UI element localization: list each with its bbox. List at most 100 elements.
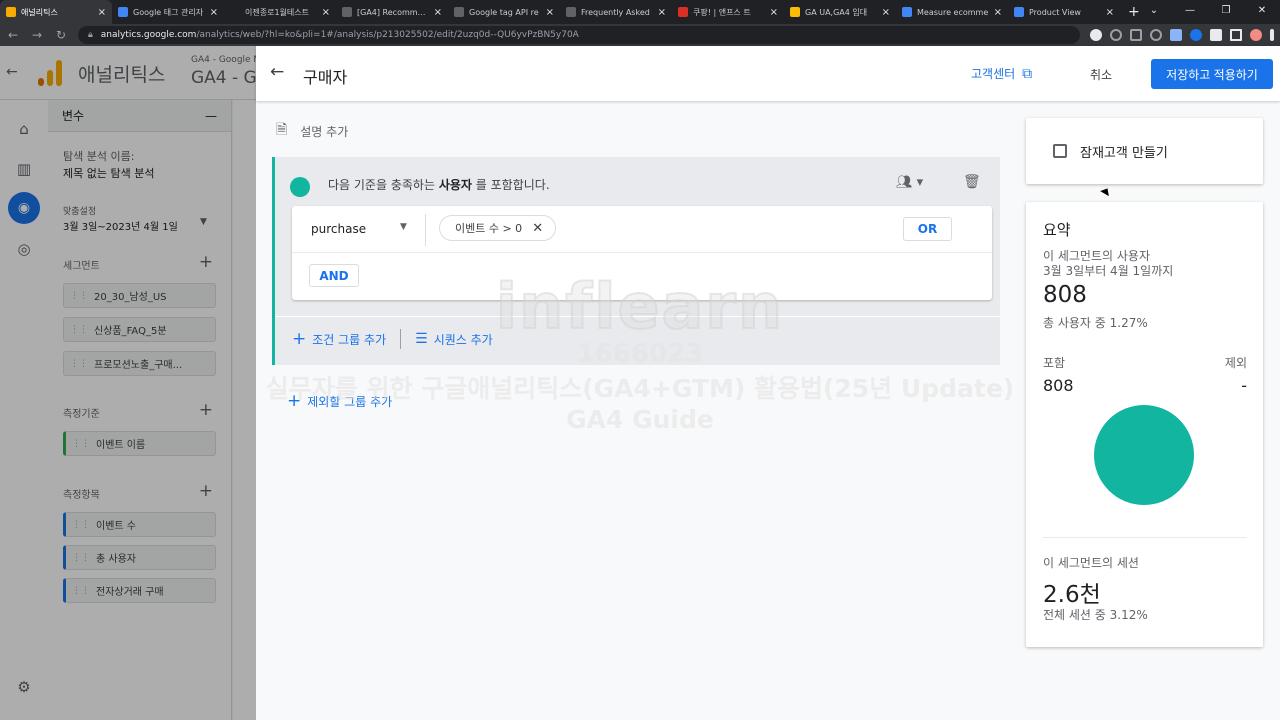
or-button[interactable]: OR	[903, 217, 952, 241]
cancel-button[interactable]: 취소	[1090, 66, 1112, 83]
extension-icon[interactable]	[1190, 29, 1202, 41]
puzzle-icon[interactable]	[1210, 29, 1222, 41]
browser-tab[interactable]: Frequently Asked ×	[560, 0, 672, 24]
editor-header: ← 구매자 고객센터 ⧉ 취소 저장하고 적용하기	[256, 46, 1280, 101]
browser-tab[interactable]: [GA4] Recommend ×	[336, 0, 448, 24]
tab-favicon-icon	[902, 7, 912, 17]
address-bar: ← → ↻ 🔒︎ analytics.google.com/analytics/…	[0, 24, 1280, 46]
add-description[interactable]: 🗎︎ 설명 추가	[276, 119, 348, 143]
segment-sessions-pct: 전체 세션 중 3.12%	[1043, 608, 1148, 622]
tab-close-icon[interactable]: ×	[770, 7, 778, 18]
exclude-label: 제외	[1224, 356, 1247, 370]
add-condition-group-button[interactable]: + 조건 그룹 추가	[292, 329, 386, 349]
tab-close-icon[interactable]: ×	[434, 7, 442, 18]
tab-close-icon[interactable]: ×	[882, 7, 890, 18]
browser-tab[interactable]: Google 태그 관리자 ×	[112, 0, 224, 24]
tab-title: Google 태그 관리자	[133, 7, 204, 17]
tab-favicon-icon	[566, 7, 576, 17]
event-selector[interactable]: purchase	[311, 222, 366, 236]
close-icon[interactable]: ✕	[532, 221, 543, 236]
add-exclude-group-button[interactable]: + 제외할 그룹 추가	[287, 391, 392, 411]
browser-tab[interactable]: 쿠팡! | 앤프스 트 ×	[672, 0, 784, 24]
user-scope-icon[interactable]: 👥︎ ▾	[896, 175, 923, 190]
browser-tab[interactable]: Google tag API re ×	[448, 0, 560, 24]
save-and-apply-button[interactable]: 저장하고 적용하기	[1151, 59, 1273, 89]
help-center-link[interactable]: 고객센터 ⧉	[971, 65, 1032, 82]
tab-close-icon[interactable]: ×	[322, 7, 330, 18]
audience-card: 잠재고객 만들기	[1026, 118, 1263, 184]
include-value: 808	[1043, 376, 1074, 395]
tab-title: [GA4] Recommend	[357, 7, 429, 17]
tab-favicon-icon	[678, 7, 688, 17]
and-button[interactable]: AND	[309, 264, 359, 287]
segment-pie-chart	[1094, 405, 1194, 505]
include-sentence: 다음 기준을 충족하는 사용자 를 포함합니다.	[328, 178, 550, 192]
include-condition-group: 다음 기준을 충족하는 사용자 를 포함합니다. 👥︎ ▾ 🗑︎ purchas…	[272, 157, 1000, 365]
zoom-icon[interactable]	[1110, 29, 1122, 41]
browser-tab[interactable]: GA UA,GA4 임대 ×	[784, 0, 896, 24]
forward-icon[interactable]: →	[30, 28, 44, 42]
tab-close-icon[interactable]: ×	[546, 7, 554, 18]
segment-title[interactable]: 구매자	[303, 64, 347, 88]
url-path: /analytics/web/?hl=ko&pli=1#/analysis/p2…	[196, 30, 579, 40]
tab-title: 애널리틱스	[21, 7, 58, 17]
profile-avatar[interactable]	[1250, 29, 1262, 41]
extension-icon[interactable]	[1170, 29, 1182, 41]
extension-toolbar	[1090, 29, 1274, 41]
add-sequence-button[interactable]: ☰ 시퀀스 추가	[415, 331, 493, 348]
delete-icon[interactable]: 🗑︎	[963, 174, 981, 190]
group-actions: + 조건 그룹 추가 ☰ 시퀀스 추가	[292, 329, 493, 349]
open-in-new-icon: ⧉	[1022, 65, 1033, 82]
menu-icon[interactable]	[1270, 29, 1274, 41]
parameter-filter-chip[interactable]: 이벤트 수 > 0 ✕	[439, 215, 557, 241]
summary-title: 요약	[1043, 221, 1071, 239]
minimize-icon[interactable]: —	[1172, 0, 1208, 24]
browser-tab[interactable]: Product View ×	[1008, 0, 1120, 24]
description-icon: 🗎︎	[276, 122, 288, 138]
google-icon[interactable]	[1090, 29, 1102, 41]
tab-title: Google tag API re	[469, 7, 539, 17]
tab-close-icon[interactable]: ×	[210, 7, 218, 18]
back-arrow-icon[interactable]: ←	[270, 62, 284, 82]
exclude-value: -	[1241, 376, 1247, 395]
tab-favicon-icon	[454, 7, 464, 17]
share-icon[interactable]	[1130, 29, 1142, 41]
include-label: 포함	[1043, 356, 1066, 370]
restore-icon[interactable]: ❐	[1208, 0, 1244, 24]
url-host: analytics.google.com	[100, 30, 197, 40]
browser-tab[interactable]: 애널리틱스 ×	[0, 0, 112, 24]
tab-close-icon[interactable]: ×	[1106, 7, 1114, 18]
condition-card: purchase ▼ 이벤트 수 > 0 ✕ OR AND	[292, 206, 992, 300]
tab-title: 이젠종로1월테스트	[245, 7, 309, 17]
tab-close-icon[interactable]: ×	[98, 7, 106, 18]
include-indicator-dot	[290, 177, 310, 197]
chevron-down-icon[interactable]: ▼	[400, 222, 407, 232]
sidepanel-icon[interactable]	[1230, 29, 1242, 41]
reload-icon[interactable]: ↻	[54, 28, 68, 42]
url-field[interactable]: 🔒︎ analytics.google.com/analytics/web/?h…	[78, 26, 1080, 44]
audience-checkbox-label[interactable]: 잠재고객 만들기	[1080, 142, 1168, 161]
tab-favicon-icon	[6, 7, 16, 17]
close-window-icon[interactable]: ✕	[1244, 0, 1280, 24]
audience-checkbox[interactable]	[1053, 144, 1067, 158]
pie-slice-included	[1094, 405, 1194, 505]
plus-icon: +	[287, 391, 302, 411]
tab-favicon-icon	[1014, 7, 1024, 17]
tab-title: Measure ecomme	[917, 7, 989, 17]
back-icon[interactable]: ←	[6, 28, 20, 42]
segment-sessions-label: 이 세그먼트의 세션	[1043, 556, 1139, 570]
sequence-icon: ☰	[415, 331, 428, 347]
tab-title: GA UA,GA4 임대	[805, 7, 868, 17]
tab-close-icon[interactable]: ×	[658, 7, 666, 18]
tab-title: Frequently Asked	[581, 7, 650, 17]
tab-search-icon[interactable]: ⌄	[1136, 0, 1172, 24]
browser-tab[interactable]: 이젠종로1월테스트 ×	[224, 0, 336, 24]
plus-icon: +	[292, 329, 307, 349]
segment-editor: ← 구매자 고객센터 ⧉ 취소 저장하고 적용하기 🗎︎ 설명 추가 다음 기준…	[256, 46, 1280, 720]
tab-close-icon[interactable]: ×	[994, 7, 1002, 18]
bookmark-star-icon[interactable]	[1150, 29, 1162, 41]
browser-tab[interactable]: Measure ecomme ×	[896, 0, 1008, 24]
summary-card: 요약 이 세그먼트의 사용자 3월 3일부터 4월 1일까지 808 총 사용자…	[1026, 202, 1263, 647]
segment-users-pct: 총 사용자 중 1.27%	[1043, 316, 1148, 330]
window-controls: ⌄ — ❐ ✕	[1136, 0, 1280, 24]
